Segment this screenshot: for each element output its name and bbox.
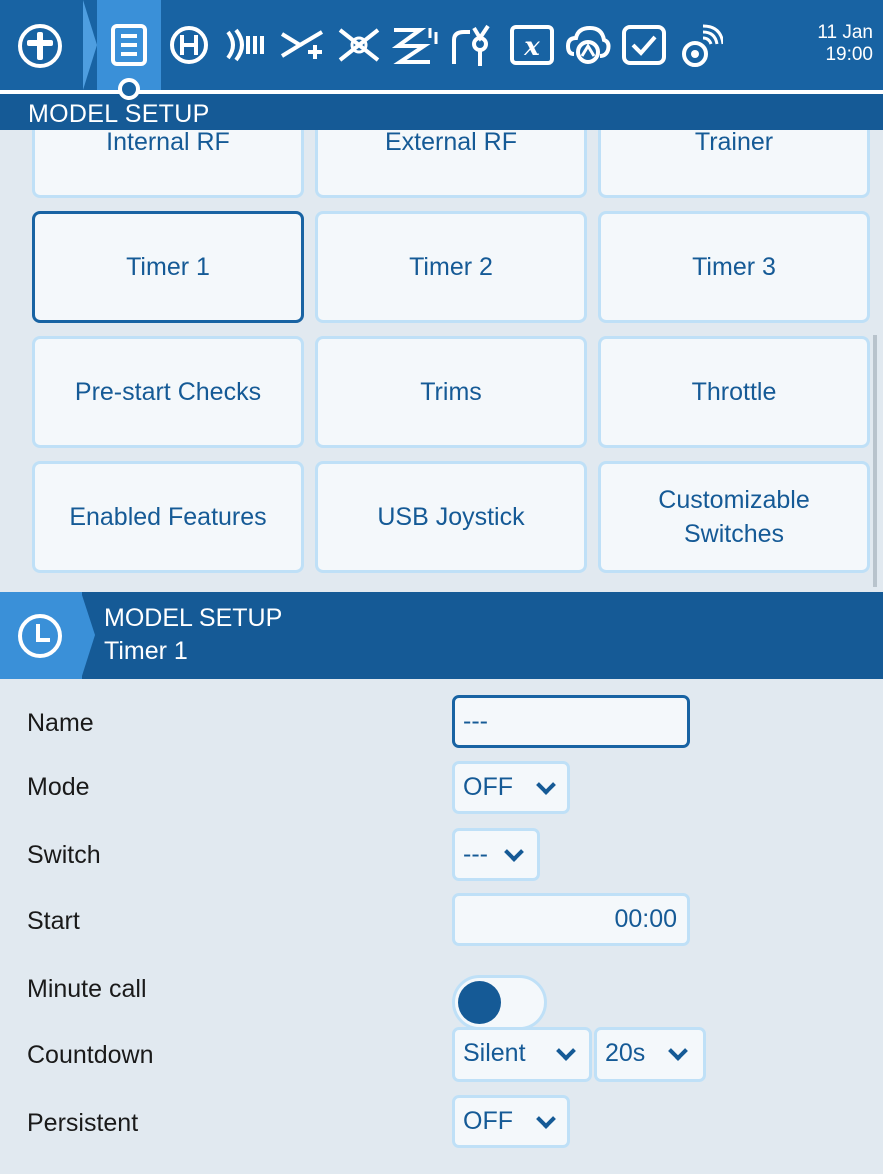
- timer-form: Name --- Mode OFF Switch --- Start 00:00…: [0, 679, 883, 1174]
- page-header: MODEL SETUP Timer 1: [0, 592, 883, 679]
- timer-1-button[interactable]: Timer 1: [32, 211, 304, 323]
- tab-telemetry[interactable]: [677, 22, 723, 68]
- persistent-label: Persistent: [27, 1109, 139, 1137]
- internal-rf-button[interactable]: Internal RF: [32, 130, 304, 198]
- start-label: Start: [27, 907, 80, 935]
- persistent-dropdown[interactable]: OFF: [452, 1095, 570, 1148]
- timer-3-button[interactable]: Timer 3: [598, 211, 870, 323]
- countdown-dropdown[interactable]: Silent: [452, 1027, 592, 1082]
- outputs-icon: [338, 28, 380, 62]
- chevron-down-icon: [556, 1041, 576, 1061]
- mode-value: OFF: [463, 773, 513, 801]
- timer-2-button[interactable]: Timer 2: [315, 211, 587, 323]
- countdown-time-dropdown[interactable]: 20s: [594, 1027, 706, 1082]
- chevron-down-icon: [536, 775, 556, 795]
- page-subtitle: Timer 1: [104, 637, 188, 665]
- page-title: MODEL SETUP: [104, 604, 283, 632]
- external-rf-button[interactable]: External RF: [315, 130, 587, 198]
- time: 19:00: [825, 44, 873, 65]
- countdown-value: Silent: [463, 1039, 526, 1067]
- mode-label: Mode: [27, 773, 90, 801]
- date: 11 Jan: [817, 22, 873, 43]
- section-title: MODEL SETUP: [28, 100, 210, 128]
- mixes-icon: [280, 30, 324, 59]
- start-value: 00:00: [614, 905, 677, 933]
- switch-value: ---: [463, 840, 488, 868]
- home-tab[interactable]: [0, 0, 97, 90]
- timer-icon: [18, 614, 62, 658]
- scrollbar[interactable]: [873, 335, 877, 587]
- tab-global-variables[interactable]: x: [508, 22, 556, 68]
- minute-call-toggle[interactable]: [452, 975, 547, 1030]
- back-tab[interactable]: [0, 592, 95, 679]
- heli-icon: [170, 26, 208, 64]
- minute-call-label: Minute call: [27, 975, 147, 1003]
- countdown-label: Countdown: [27, 1041, 154, 1069]
- trainer-button[interactable]: Trainer: [598, 130, 870, 198]
- inputs-icon: [226, 28, 264, 62]
- trims-button[interactable]: Trims: [315, 336, 587, 448]
- top-toolbar: x 11 Jan 19:00: [0, 0, 883, 100]
- tab-checklist[interactable]: [620, 22, 668, 68]
- tab-logical-switches[interactable]: [448, 22, 498, 68]
- switch-dropdown[interactable]: ---: [452, 828, 540, 881]
- persistent-value: OFF: [463, 1107, 513, 1135]
- logical-switches-icon: [452, 24, 490, 66]
- special-functions-icon: [565, 25, 611, 64]
- model-setup-grid: Internal RF External RF Trainer Timer 1 …: [0, 130, 883, 592]
- toggle-knob: [458, 981, 501, 1024]
- tab-special-functions[interactable]: [564, 22, 612, 68]
- switch-label: Switch: [27, 841, 101, 869]
- tab-curves[interactable]: [390, 22, 440, 68]
- active-tab-indicator: [118, 78, 140, 100]
- pre-start-checks-button[interactable]: Pre-start Checks: [32, 336, 304, 448]
- global-variables-icon: x: [510, 25, 554, 65]
- mode-dropdown[interactable]: OFF: [452, 761, 570, 814]
- telemetry-icon: [682, 24, 723, 67]
- name-value: ---: [463, 707, 488, 735]
- throttle-button[interactable]: Throttle: [598, 336, 870, 448]
- curves-icon: [391, 28, 438, 64]
- tab-inputs[interactable]: [222, 22, 268, 68]
- start-field[interactable]: 00:00: [452, 893, 690, 946]
- svg-text:x: x: [523, 32, 540, 62]
- tab-heli[interactable]: [166, 22, 212, 68]
- usb-joystick-button[interactable]: USB Joystick: [315, 461, 587, 573]
- customizable-switches-button[interactable]: Customizable Switches: [598, 461, 870, 573]
- tab-mixes[interactable]: [278, 22, 328, 68]
- home-icon: [18, 24, 62, 68]
- name-field[interactable]: ---: [452, 695, 690, 748]
- chevron-down-icon: [504, 842, 524, 862]
- tab-arrow: [81, 592, 95, 679]
- date-time: 11 Jan 19:00: [815, 22, 873, 66]
- tab-model-setup[interactable]: [97, 0, 161, 100]
- tab-outputs[interactable]: [334, 22, 384, 68]
- name-label: Name: [27, 709, 94, 737]
- countdown-time-value: 20s: [605, 1039, 646, 1067]
- chevron-down-icon: [668, 1041, 688, 1061]
- checklist-icon: [622, 25, 666, 65]
- model-setup-icon: [111, 24, 147, 66]
- chevron-down-icon: [536, 1109, 556, 1129]
- enabled-features-button[interactable]: Enabled Features: [32, 461, 304, 573]
- tab-arrow: [83, 0, 97, 90]
